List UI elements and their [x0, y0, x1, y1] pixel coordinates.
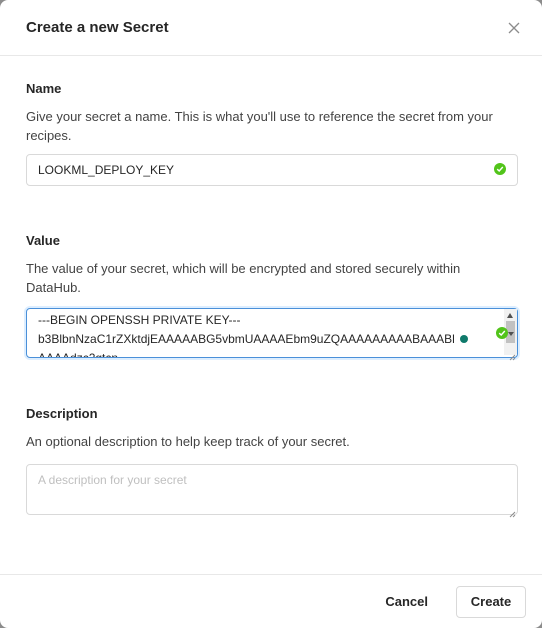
check-circle-icon: [496, 327, 508, 339]
check-circle-icon: [494, 163, 506, 175]
value-line-3: AAAAdzc2gtcn: [38, 351, 119, 358]
description-section: Description An optional description to h…: [26, 406, 518, 518]
close-icon[interactable]: [506, 20, 522, 36]
resize-handle-icon[interactable]: [508, 505, 516, 518]
scroll-down-icon[interactable]: [508, 332, 514, 336]
description-textarea-wrap: A description for your secret: [26, 464, 518, 518]
modal-footer: Cancel Create: [0, 574, 542, 628]
description-help-text: An optional description to help keep tra…: [26, 434, 350, 449]
modal-body: Name Give your secret a name. This is wh…: [0, 56, 542, 518]
modal-header: Create a new Secret: [0, 0, 542, 56]
name-section: Name Give your secret a name. This is wh…: [26, 81, 518, 186]
name-label: Name: [26, 81, 62, 96]
value-line-1: ---BEGIN OPENSSH PRIVATE KEY---: [38, 313, 241, 327]
name-help-text: Give your secret a name. This is what yo…: [26, 109, 493, 143]
value-textarea-wrap: ---BEGIN OPENSSH PRIVATE KEY--- b3BlbnNza…: [26, 308, 518, 361]
name-input[interactable]: LOOKML_DEPLOY_KEY: [26, 154, 518, 186]
value-help-text: The value of your secret, which will be …: [26, 261, 461, 295]
description-label: Description: [26, 406, 98, 421]
resize-handle-icon[interactable]: [508, 348, 516, 361]
cancel-button[interactable]: Cancel: [367, 586, 446, 618]
create-button[interactable]: Create: [456, 585, 526, 618]
grammarly-icon[interactable]: [460, 335, 468, 343]
create-secret-modal: Create a new Secret Name Give your secre…: [0, 0, 542, 628]
value-line-2: b3BlbnNzaC1rZXktdjEAAAAABG5vbmUAAAAEbm9u…: [38, 332, 455, 346]
value-section: Value The value of your secret, which wi…: [26, 233, 518, 361]
modal-title: Create a new Secret: [26, 19, 169, 36]
description-textarea[interactable]: A description for your secret: [26, 464, 518, 515]
scroll-up-icon[interactable]: [507, 313, 513, 318]
value-textarea[interactable]: ---BEGIN OPENSSH PRIVATE KEY--- b3BlbnNza…: [26, 308, 518, 358]
value-label: Value: [26, 233, 60, 248]
name-input-wrap: LOOKML_DEPLOY_KEY: [26, 154, 518, 186]
